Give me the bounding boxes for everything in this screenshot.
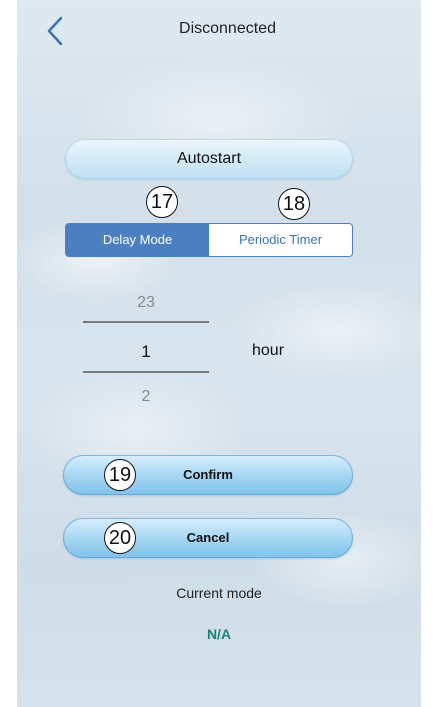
picker-divider-bottom (83, 371, 209, 373)
current-mode-value: N/A (206, 626, 232, 642)
annotation-badge-18: 18 (278, 188, 310, 220)
delay-mode-tab[interactable]: Delay Mode (66, 224, 209, 256)
picker-unit-label: hour (252, 342, 285, 359)
picker-divider-top (83, 321, 209, 323)
annotation-badge-20: 20 (104, 522, 136, 554)
mode-segmented-control: Delay Mode Periodic Timer (65, 223, 353, 257)
annotation-badge-17: 17 (146, 186, 178, 218)
current-mode-label: Current mode (176, 585, 262, 601)
picker-current-value[interactable]: 1 (82, 342, 210, 362)
periodic-timer-tab[interactable]: Periodic Timer (209, 224, 352, 256)
autostart-header: Autostart (65, 139, 353, 179)
page-title: Disconnected (179, 20, 276, 37)
annotation-badge-19: 19 (104, 459, 136, 491)
picker-next-value[interactable]: 2 (82, 388, 210, 406)
picker-prev-value[interactable]: 23 (82, 294, 210, 312)
